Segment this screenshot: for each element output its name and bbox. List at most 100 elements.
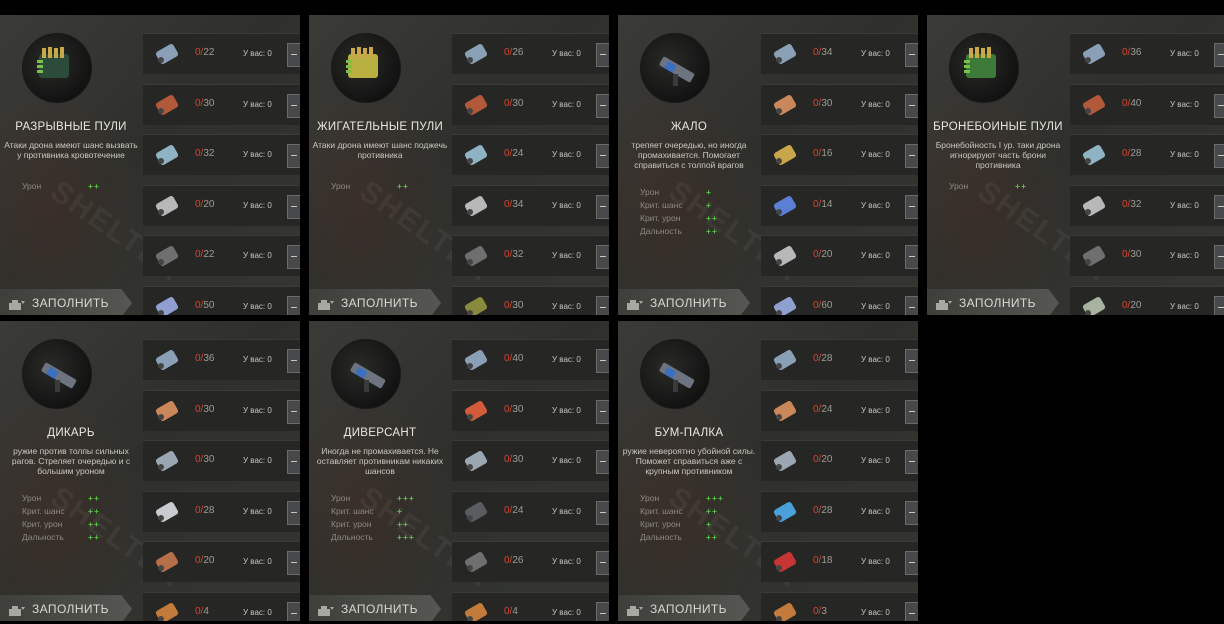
resource-add-button[interactable] — [905, 144, 918, 169]
resource-add-button[interactable] — [287, 93, 300, 118]
resource-required: 0/3 — [813, 606, 827, 617]
resource-add-button[interactable] — [905, 194, 918, 219]
resource-add-button[interactable] — [905, 551, 918, 576]
resource-add-button[interactable] — [596, 500, 609, 525]
resource-add-button[interactable] — [1214, 43, 1224, 67]
incendiary-bullets-box-icon — [331, 33, 401, 103]
stat-label: Дальность — [22, 532, 64, 542]
fill-button[interactable]: ЗАПОЛНИТЬ — [309, 289, 441, 315]
resource-owned-amount: 0 — [267, 456, 272, 466]
fill-button-label: ЗАПОЛНИТЬ — [341, 296, 418, 310]
resource-add-button[interactable] — [905, 295, 918, 315]
resource-owned: У вас: 0 — [243, 608, 272, 617]
resource-owned-label: У вас: — [861, 355, 884, 364]
rifle-icon — [151, 597, 183, 621]
stat-row: Дальность ++ — [640, 226, 750, 239]
stat-label: Урон — [949, 181, 969, 191]
bracket-icon — [460, 445, 492, 477]
resource-add-button[interactable] — [287, 43, 300, 67]
resource-row: 0/28 У вас: 0 — [761, 490, 918, 532]
resource-need-amount: 50 — [203, 299, 215, 311]
resource-owned-amount: 0 — [885, 99, 890, 109]
fill-button[interactable]: ЗАПОЛНИТЬ — [927, 289, 1059, 315]
resource-owned-amount: 0 — [1194, 200, 1199, 210]
resource-owned: У вас: 0 — [552, 201, 581, 210]
crafting-panel: SHELTER ЖАЛО трепяет очередью, но иногда п… — [618, 15, 918, 315]
crafting-panel: SHELTER ЖИГАТЕЛЬНЫЕ ПУЛИ Атаки дрона имеют… — [309, 15, 609, 315]
fill-button[interactable]: ЗАПОЛНИТЬ — [309, 595, 441, 621]
resource-add-button[interactable] — [596, 349, 609, 373]
resource-add-button[interactable] — [596, 450, 609, 475]
resource-add-button[interactable] — [287, 194, 300, 219]
resource-add-button[interactable] — [905, 245, 918, 270]
resource-add-button[interactable] — [287, 399, 300, 424]
resource-owned-label: У вас: — [243, 506, 266, 516]
resource-add-button[interactable] — [596, 295, 609, 315]
resource-add-button[interactable] — [287, 450, 300, 475]
fill-button[interactable]: ЗАПОЛНИТЬ — [0, 289, 132, 315]
resource-row: 0/30 У вас: 0 — [143, 389, 300, 431]
resource-add-button[interactable] — [905, 450, 918, 475]
resource-add-button[interactable] — [596, 551, 609, 576]
resource-add-button[interactable] — [905, 399, 918, 424]
resource-owned-amount: 0 — [576, 506, 581, 516]
resource-owned: У вас: 0 — [861, 150, 890, 159]
resource-add-button[interactable] — [1214, 144, 1224, 169]
resource-add-button[interactable] — [596, 144, 609, 169]
resource-add-button[interactable] — [905, 349, 918, 373]
resource-row: 0/20 У вас: 0 — [143, 541, 300, 583]
stats-list: Урон +++ Крит. шанс + Крит. урон ++ Дальность +… — [331, 493, 441, 545]
fill-button[interactable]: ЗАПОЛНИТЬ — [618, 595, 750, 621]
stinger-gun-icon — [640, 33, 710, 103]
resource-need-amount: 32 — [203, 148, 215, 160]
resource-list: 0/36 У вас: 0 0/30 У вас: 0 0/30 У вас: 0 0/28… — [143, 339, 300, 621]
fill-button-label: ЗАПОЛНИТЬ — [32, 602, 109, 616]
stat-label: Крит. урон — [22, 519, 63, 529]
resource-add-button[interactable] — [905, 500, 918, 525]
resource-add-button[interactable] — [905, 93, 918, 118]
resource-add-button[interactable] — [1214, 295, 1224, 315]
resource-add-button[interactable] — [287, 144, 300, 169]
resource-need-amount: 60 — [821, 299, 833, 311]
stat-row: Урон ++ — [331, 181, 441, 194]
resource-add-button[interactable] — [596, 601, 609, 621]
resource-need-amount: 40 — [1130, 97, 1142, 109]
resource-need-amount: 32 — [1130, 198, 1142, 210]
resource-owned-amount: 0 — [1194, 150, 1199, 160]
wire-spool-icon — [151, 89, 183, 121]
resource-owned-label: У вас: — [552, 150, 575, 160]
resource-add-button[interactable] — [287, 349, 300, 373]
fill-button[interactable]: ЗАПОЛНИТЬ — [0, 595, 132, 621]
wire-spool-icon — [1078, 89, 1110, 121]
fill-button[interactable]: ЗАПОЛНИТЬ — [618, 289, 750, 315]
resource-add-button[interactable] — [1214, 194, 1224, 219]
resource-add-button[interactable] — [287, 601, 300, 621]
fill-button-label: ЗАПОЛНИТЬ — [959, 296, 1036, 310]
resource-owned-label: У вас: — [861, 49, 884, 58]
resource-add-button[interactable] — [287, 245, 300, 270]
resource-add-button[interactable] — [596, 245, 609, 270]
resource-add-button[interactable] — [596, 43, 609, 67]
resource-add-button[interactable] — [596, 93, 609, 118]
resource-add-button[interactable] — [905, 601, 918, 621]
stat-label: Дальность — [640, 532, 682, 542]
item-info: РАЗРЫВНЫЕ ПУЛИ Атаки дрона имеют шанс выз… — [0, 15, 142, 315]
resource-add-button[interactable] — [905, 43, 918, 67]
resource-add-button[interactable] — [596, 399, 609, 424]
resource-row: 0/18 У вас: 0 — [761, 541, 918, 583]
resource-add-button[interactable] — [287, 295, 300, 315]
resource-add-button[interactable] — [596, 194, 609, 219]
resource-need-amount: 18 — [821, 555, 833, 567]
resource-add-button[interactable] — [1214, 93, 1224, 118]
resource-required: 0/14 — [813, 199, 832, 210]
resource-add-button[interactable] — [287, 500, 300, 525]
magnet-icon — [460, 395, 492, 427]
resource-add-button[interactable] — [1214, 245, 1224, 270]
resource-list: 0/36 У вас: 0 0/40 У вас: 0 0/28 У вас: 0 0/32… — [1070, 33, 1224, 315]
resource-required: 0/22 — [195, 47, 214, 58]
resource-add-button[interactable] — [287, 551, 300, 576]
fill-icon — [317, 603, 335, 616]
scrap-metal-icon — [1078, 240, 1110, 272]
stat-label: Крит. шанс — [640, 200, 683, 210]
resource-required: 0/20 — [813, 454, 832, 465]
